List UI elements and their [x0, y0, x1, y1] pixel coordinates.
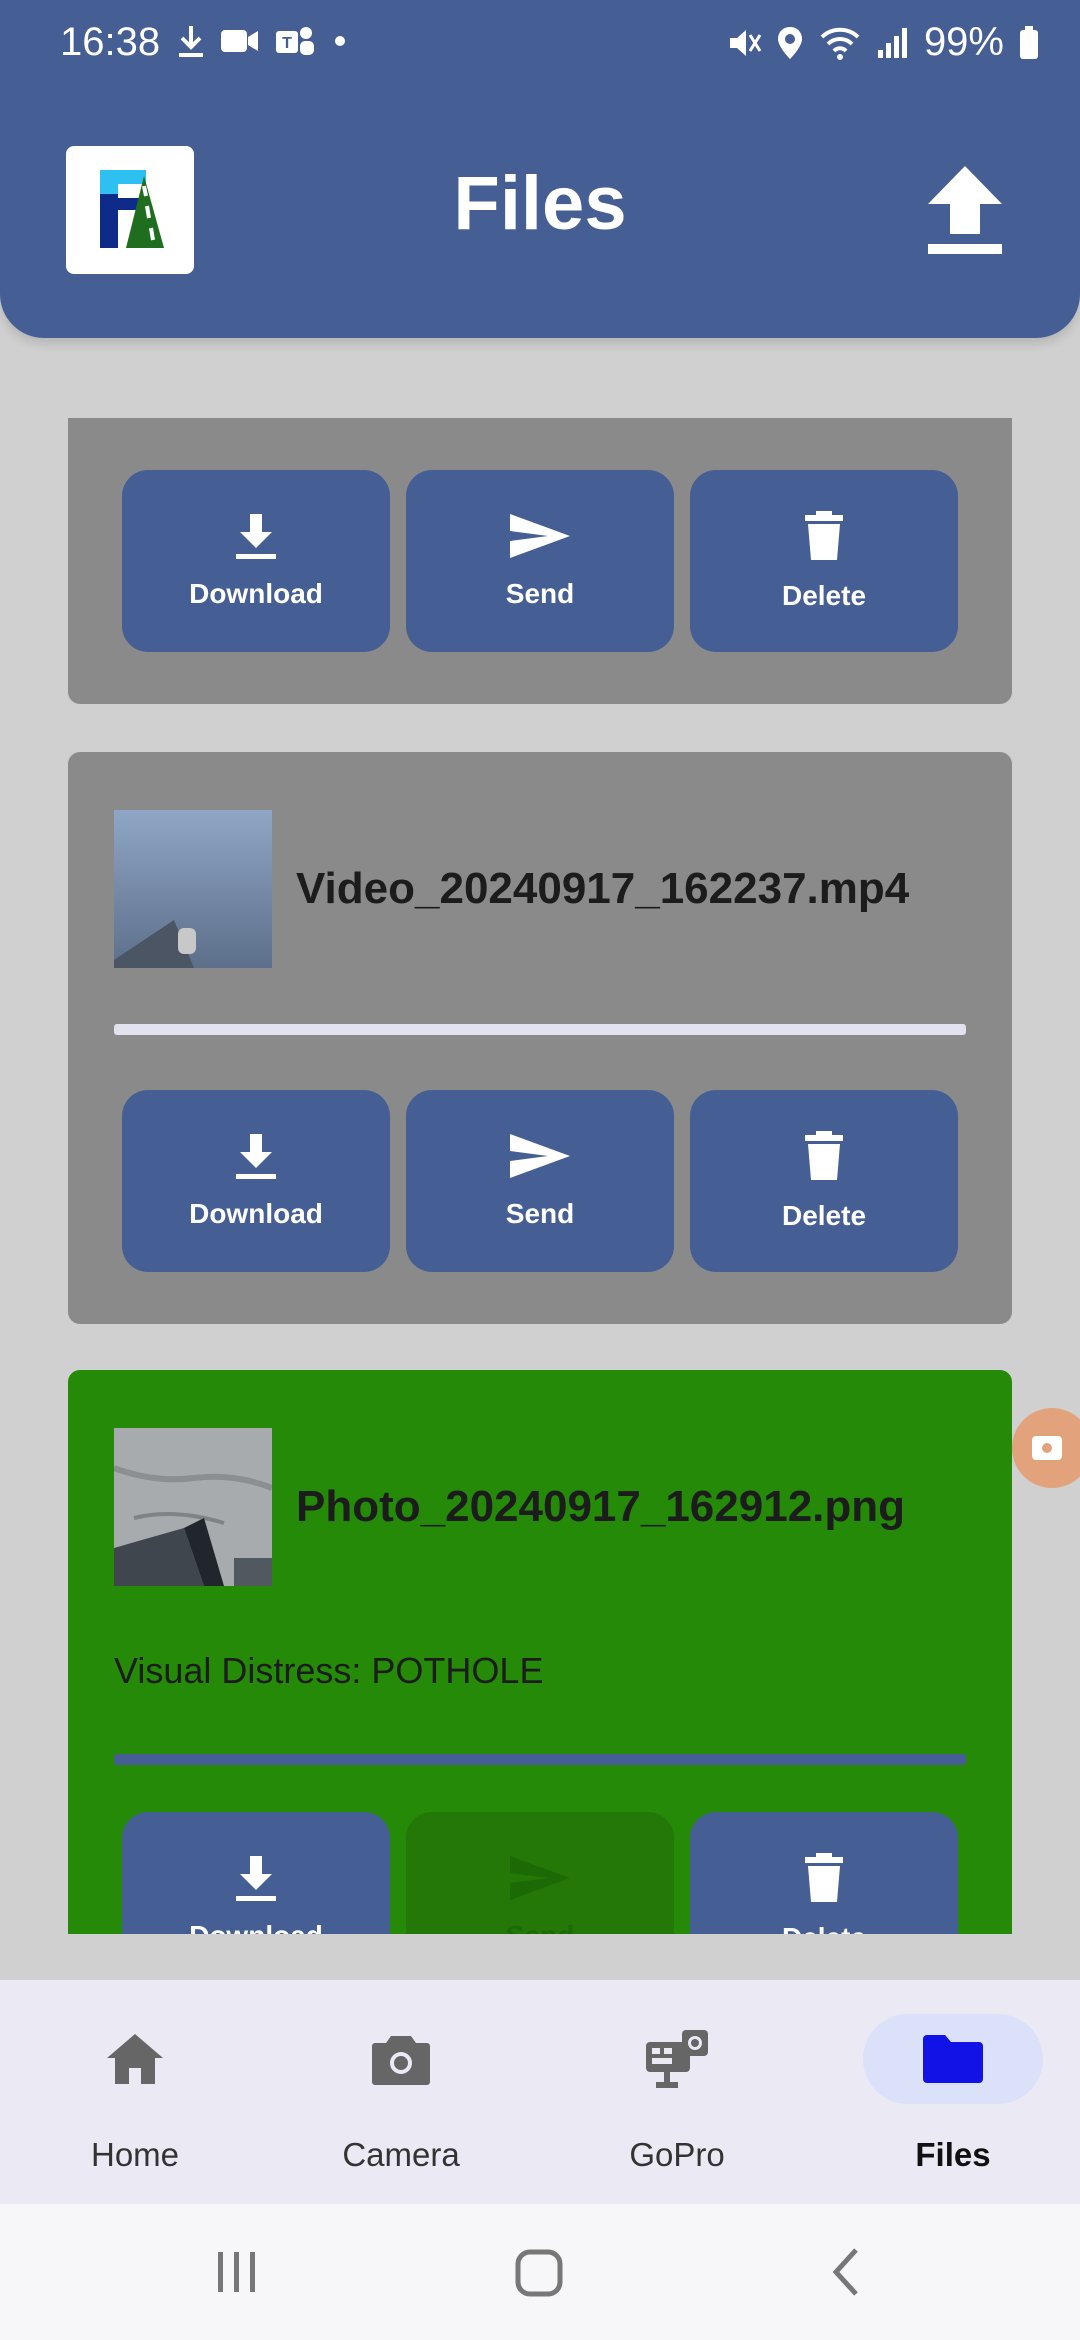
- download-icon: [179, 26, 203, 57]
- delete-button[interactable]: Delete: [690, 1812, 958, 1934]
- delete-button[interactable]: Delete: [690, 470, 958, 652]
- nav-label: Camera: [342, 2136, 460, 2173]
- upload-progress-bar: [114, 1754, 966, 1765]
- signal-icon: [877, 27, 907, 58]
- teams-icon: T: [276, 27, 314, 55]
- system-navigation-bar: [0, 2204, 1080, 2340]
- delete-button[interactable]: Delete: [690, 1090, 958, 1272]
- download-label: Download: [189, 1920, 323, 1934]
- trash-icon: [805, 511, 843, 560]
- file-name: Video_20240917_162237.mp4: [296, 864, 910, 913]
- download-button[interactable]: Download: [122, 1812, 390, 1934]
- nav-label: Files: [915, 2136, 991, 2173]
- download-button[interactable]: Download: [122, 470, 390, 652]
- send-icon: [510, 1856, 570, 1900]
- download-button[interactable]: Download: [122, 1090, 390, 1272]
- download-icon: [236, 514, 276, 559]
- app-header: 16:38 T 99% Files: [0, 0, 1080, 338]
- gopro-icon: [646, 2030, 708, 2088]
- file-name: Photo_20240917_162912.png: [296, 1482, 906, 1531]
- upload-progress-bar: [114, 1024, 966, 1035]
- send-icon: [510, 514, 570, 558]
- nav-label: GoPro: [629, 2136, 725, 2173]
- delete-label: Delete: [782, 1922, 866, 1934]
- dot-icon: [335, 36, 345, 46]
- page-title: Files: [453, 161, 627, 246]
- recent-apps-icon[interactable]: [212, 2244, 262, 2300]
- file-actions: Download Send Delete: [122, 470, 958, 652]
- camera-icon: [372, 2036, 430, 2085]
- trash-icon: [805, 1131, 843, 1180]
- send-button[interactable]: Send: [406, 470, 674, 652]
- svg-text:T: T: [282, 35, 292, 52]
- send-label: Send: [505, 1198, 575, 1229]
- home-icon: [107, 2034, 163, 2084]
- status-time: 16:38: [60, 20, 161, 64]
- back-icon[interactable]: [826, 2244, 866, 2300]
- photo-thumbnail: [114, 1428, 272, 1586]
- nav-camera[interactable]: Camera: [266, 1980, 536, 2204]
- nav-icon-container: [863, 2014, 1043, 2104]
- nav-icon-container: [311, 2014, 491, 2104]
- status-bar: 16:38 T 99%: [0, 0, 1080, 90]
- upload-button[interactable]: [922, 160, 1008, 260]
- folder-icon: [923, 2035, 983, 2083]
- mute-icon: [729, 29, 762, 56]
- send-button-disabled: Send: [406, 1812, 674, 1934]
- nav-files[interactable]: Files: [818, 1980, 1080, 2204]
- upload-icon: [928, 166, 1002, 254]
- video-call-icon: [221, 30, 258, 52]
- file-card: Download Send Delete: [68, 418, 1012, 704]
- file-actions: Download Send Delete: [122, 1090, 958, 1272]
- battery-percent: 99%: [923, 20, 1004, 64]
- file-card-selected[interactable]: Photo_20240917_162912.png Visual Distres…: [68, 1370, 1012, 1934]
- video-camera-icon: [1032, 1436, 1062, 1460]
- send-label: Send: [506, 1920, 574, 1934]
- download-icon: [236, 1134, 276, 1179]
- nav-icon-container: [45, 2014, 225, 2104]
- download-icon: [236, 1856, 276, 1901]
- video-thumbnail: [114, 810, 272, 968]
- bottom-navigation: Home Camera GoPro Files: [0, 1980, 1080, 2204]
- nav-home[interactable]: Home: [0, 1980, 270, 2204]
- nav-label: Home: [90, 2136, 180, 2173]
- send-label: Send: [505, 578, 575, 609]
- wifi-icon: [820, 27, 860, 60]
- file-list[interactable]: Download Send Delete Video_20240917_1622…: [0, 418, 1080, 1934]
- delete-label: Delete: [781, 1200, 867, 1231]
- file-card[interactable]: Video_20240917_162237.mp4 Download Send …: [68, 752, 1012, 1324]
- send-button[interactable]: Send: [406, 1090, 674, 1272]
- nav-icon-container: [587, 2014, 767, 2104]
- status-icons-left: T: [176, 24, 350, 58]
- delete-label: Delete: [781, 580, 867, 611]
- send-icon: [510, 1134, 570, 1178]
- download-label: Download: [189, 1198, 323, 1229]
- file-actions: Download Send Delete: [122, 1812, 958, 1934]
- home-system-icon[interactable]: [514, 2244, 566, 2300]
- download-label: Download: [189, 578, 323, 609]
- visual-distress-label: Visual Distress: POTHOLE: [114, 1650, 544, 1691]
- status-icons-right: 99%: [726, 20, 1040, 65]
- trash-icon: [805, 1853, 843, 1902]
- battery-icon: [1020, 25, 1038, 59]
- location-icon: [777, 26, 802, 59]
- nav-gopro[interactable]: GoPro: [542, 1980, 812, 2204]
